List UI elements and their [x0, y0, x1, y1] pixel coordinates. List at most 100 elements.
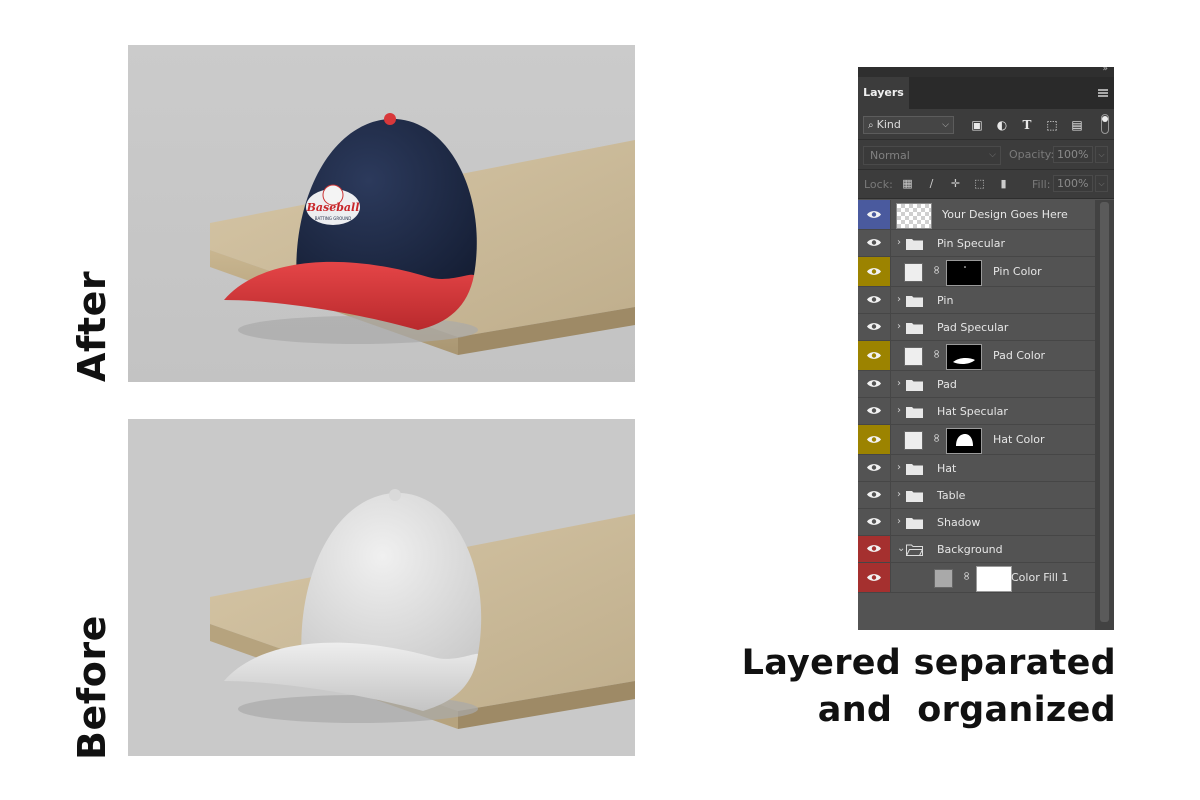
lock-transparent-icon[interactable]: ▦ [900, 176, 915, 191]
scroll-thumb[interactable] [1100, 202, 1109, 622]
visibility-toggle[interactable] [858, 287, 891, 313]
folder-icon [906, 463, 923, 475]
layer-row[interactable]: › Pad Specular [858, 314, 1095, 341]
mask-thumbnail[interactable] [946, 344, 982, 370]
layer-row[interactable]: ⌄ Background [858, 536, 1095, 563]
visibility-toggle[interactable] [858, 425, 891, 454]
layer-row[interactable]: › Hat [858, 455, 1095, 482]
filter-toolbar: ⌕ Kind ⌵ ▣ ◐ T ⬚ ▤ [858, 109, 1114, 140]
smart-object-filter-icon[interactable]: ▤ [1068, 116, 1086, 134]
chevron-right-icon[interactable]: › [897, 237, 901, 248]
adjustment-filter-icon[interactable]: ◐ [993, 116, 1011, 134]
lock-artboard-icon[interactable]: ⬚ [972, 176, 987, 191]
fill-thumbnail[interactable] [904, 263, 923, 282]
chevron-down-icon: ⌵ [989, 150, 996, 160]
visibility-toggle[interactable] [858, 257, 891, 286]
lock-position-icon[interactable]: ✛ [948, 176, 963, 191]
layer-row[interactable]: › Table [858, 482, 1095, 509]
eye-icon [867, 464, 881, 471]
chevron-right-icon[interactable]: › [897, 405, 901, 416]
hat-logo-text: Baseball [306, 201, 360, 214]
visibility-toggle[interactable] [858, 230, 891, 256]
visibility-toggle[interactable] [858, 563, 891, 592]
fill-dropdown-icon[interactable]: ⌵ [1095, 175, 1108, 192]
layer-row[interactable]: › Pad [858, 371, 1095, 398]
chevron-down-icon[interactable]: ⌄ [897, 543, 905, 554]
link-icon[interactable]: ∞ [930, 265, 944, 275]
mask-thumbnail[interactable] [946, 428, 982, 454]
panel-menu-icon[interactable] [1098, 89, 1108, 97]
layer-name: Hat [937, 461, 957, 475]
fill-thumbnail[interactable] [934, 569, 953, 588]
folder-icon [906, 238, 923, 250]
filter-kind-select[interactable]: ⌕ Kind ⌵ [863, 116, 954, 134]
layer-row[interactable]: ∞ Color Fill 1 [858, 563, 1095, 593]
link-icon[interactable]: ∞ [960, 571, 974, 581]
layer-name: Pin [937, 293, 954, 307]
image-filter-icon[interactable]: ▣ [968, 116, 986, 134]
mask-thumbnail[interactable] [976, 566, 1012, 592]
fill-thumbnail[interactable] [904, 431, 923, 450]
folder-icon [906, 295, 923, 307]
type-filter-icon[interactable]: T [1018, 116, 1036, 134]
eye-icon [867, 573, 881, 581]
opacity-label: Opacity: [1009, 148, 1055, 161]
chevron-right-icon[interactable]: › [897, 489, 901, 500]
layer-row[interactable]: ∞ Hat Color [858, 425, 1095, 455]
chevron-right-icon[interactable]: › [897, 321, 901, 332]
layers-scrollbar[interactable] [1095, 200, 1114, 630]
opacity-field[interactable]: 100% [1053, 146, 1093, 163]
visibility-toggle[interactable] [858, 314, 891, 340]
chevron-right-icon[interactable]: › [897, 378, 901, 389]
layer-name: Color Fill 1 [1011, 571, 1069, 584]
layer-row[interactable]: › Hat Specular [858, 398, 1095, 425]
layer-name: Your Design Goes Here [942, 208, 1068, 221]
lock-all-icon[interactable]: ▮ [996, 176, 1011, 191]
visibility-toggle[interactable] [858, 536, 891, 562]
layer-name: Pin Color [993, 265, 1042, 278]
chevron-right-icon[interactable]: › [897, 294, 901, 305]
panel-tabbar: Layers [858, 77, 1114, 109]
layer-row[interactable]: ∞ Pin Color [858, 257, 1095, 287]
hat-logo-subtext: BATTING GROUND [315, 216, 352, 221]
fill-thumbnail[interactable] [904, 347, 923, 366]
layer-row[interactable]: › Pin [858, 287, 1095, 314]
filter-toggle[interactable] [1101, 114, 1109, 134]
mask-thumbnail[interactable] [946, 260, 982, 286]
layer-row[interactable]: Your Design Goes Here [858, 200, 1095, 230]
visibility-toggle[interactable] [858, 398, 891, 424]
collapse-panel-icon[interactable]: » [1102, 67, 1108, 74]
link-icon[interactable]: ∞ [930, 433, 944, 443]
blend-bar: Normal ⌵ Opacity: 100% ⌵ [858, 140, 1114, 170]
fill-field[interactable]: 100% [1053, 175, 1093, 192]
visibility-toggle[interactable] [858, 371, 891, 397]
folder-icon [906, 517, 923, 529]
lock-image-icon[interactable]: ∕ [924, 176, 939, 191]
folder-icon [906, 406, 923, 418]
smart-object-thumbnail[interactable] [896, 203, 932, 229]
opacity-dropdown-icon[interactable]: ⌵ [1095, 146, 1108, 163]
layer-row[interactable]: › Shadow [858, 509, 1095, 536]
after-photo: Baseball BATTING GROUND [128, 45, 635, 382]
layer-row[interactable]: ∞ Pad Color [858, 341, 1095, 371]
chevron-right-icon[interactable]: › [897, 462, 901, 473]
panel-topbar: » [858, 67, 1114, 77]
visibility-toggle[interactable] [858, 341, 891, 370]
eye-icon [867, 351, 881, 359]
layer-name: Background [937, 542, 1003, 556]
caption: Layered separated and organized [742, 640, 1116, 734]
visibility-toggle[interactable] [858, 482, 891, 508]
visibility-toggle[interactable] [858, 200, 891, 229]
visibility-toggle[interactable] [858, 509, 891, 535]
chevron-right-icon[interactable]: › [897, 516, 901, 527]
layer-row[interactable]: › Pin Specular [858, 230, 1095, 257]
lock-bar: Lock: ▦ ∕ ✛ ⬚ ▮ Fill: 100% ⌵ [858, 170, 1114, 199]
tab-layers[interactable]: Layers [858, 77, 909, 109]
shape-filter-icon[interactable]: ⬚ [1043, 116, 1061, 134]
chevron-down-icon: ⌵ [942, 120, 949, 130]
link-icon[interactable]: ∞ [930, 349, 944, 359]
visibility-toggle[interactable] [858, 455, 891, 481]
layer-name: Pin Specular [937, 236, 1005, 250]
eye-icon [867, 435, 881, 443]
blend-mode-select[interactable]: Normal ⌵ [863, 146, 1001, 165]
